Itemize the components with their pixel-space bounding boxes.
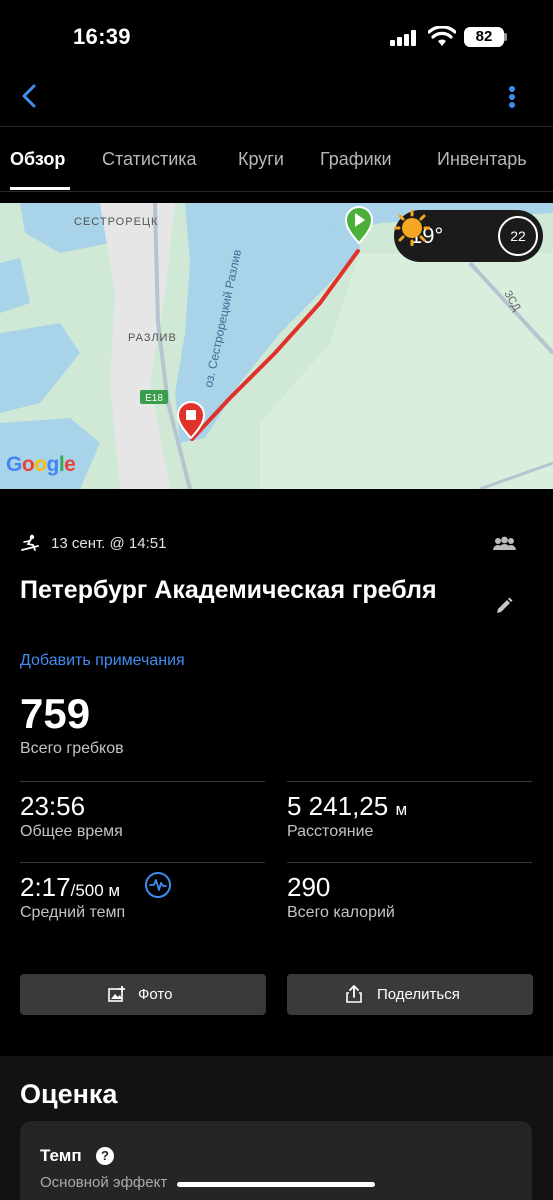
share-button[interactable]: Поделиться xyxy=(287,974,533,1015)
tab-overview[interactable]: Обзор xyxy=(10,149,65,170)
group-icon[interactable] xyxy=(492,535,517,553)
add-notes-link[interactable]: Добавить примечания xyxy=(20,652,185,670)
tab-charts[interactable]: Графики xyxy=(320,149,392,170)
avg-pace-value: 2:17 xyxy=(20,872,71,902)
weather-badge: 19° 22 xyxy=(394,210,543,262)
map-label-razliv: РАЗЛИВ xyxy=(128,332,177,344)
edit-icon[interactable] xyxy=(494,596,514,616)
distance-stat: 5 241,25 м xyxy=(287,791,407,822)
share-button-label: Поделиться xyxy=(377,986,460,1003)
wifi-icon xyxy=(428,26,456,46)
divider xyxy=(287,781,532,782)
total-time-label: Общее время xyxy=(20,823,123,840)
avg-pace-unit: /500 м xyxy=(70,881,121,900)
wind-indicator: 22 xyxy=(498,216,538,256)
map-label-road: E18 xyxy=(145,393,163,404)
active-tab-indicator xyxy=(10,187,70,190)
pace-rating-card[interactable]: Темп ? Основной эффект xyxy=(20,1121,532,1200)
card-title: Темп xyxy=(40,1146,82,1165)
battery-tip xyxy=(504,33,507,41)
share-icon xyxy=(346,985,362,1003)
distance-label: Расстояние xyxy=(287,823,374,840)
photo-button-label: Фото xyxy=(138,986,173,1003)
more-options-icon[interactable] xyxy=(500,80,524,112)
google-logo: Google xyxy=(6,453,76,476)
total-strokes-value: 759 xyxy=(20,690,91,737)
distance-value: 5 241,25 xyxy=(287,791,389,821)
calories-value: 290 xyxy=(287,872,331,902)
avg-pace-stat: 2:17/500 м xyxy=(20,872,120,903)
help-icon[interactable]: ? xyxy=(96,1147,114,1165)
wind-speed: 22 xyxy=(510,228,526,244)
add-photo-icon xyxy=(108,986,125,1002)
rating-title: Оценка xyxy=(20,1079,118,1109)
status-time: 16:39 xyxy=(73,24,131,49)
activity-date: 13 сент. @ 14:51 xyxy=(51,535,167,552)
cellular-signal-icon xyxy=(390,30,418,46)
back-button[interactable] xyxy=(14,80,46,112)
activity-title: Петербург Академическая гребля xyxy=(20,576,437,604)
card-subtitle: Основной эффект xyxy=(40,1174,168,1191)
total-time-value: 23:56 xyxy=(20,791,86,821)
calories-label: Всего калорий xyxy=(287,904,395,921)
sun-icon xyxy=(394,210,430,246)
total-strokes-label: Всего гребков xyxy=(20,740,124,757)
divider xyxy=(287,862,532,863)
status-bar: 16:39 82 xyxy=(0,0,553,76)
rowing-icon xyxy=(21,534,39,551)
divider xyxy=(0,191,553,192)
home-indicator[interactable] xyxy=(177,1182,375,1187)
route-map[interactable]: E18 СЕСТРОРЕЦК РАЗЛИВ оз. Сестрорецкий Р… xyxy=(0,203,553,489)
divider xyxy=(20,862,265,863)
tab-equipment[interactable]: Инвентарь xyxy=(437,149,527,170)
tab-laps[interactable]: Круги xyxy=(238,149,284,170)
map-label-sestroretsk: СЕСТРОРЕЦК xyxy=(74,216,158,228)
pace-chart-icon[interactable] xyxy=(145,872,171,898)
avg-pace-label: Средний темп xyxy=(20,904,126,921)
tab-statistics[interactable]: Статистика xyxy=(102,149,197,170)
add-photo-button[interactable]: Фото xyxy=(20,974,266,1015)
divider xyxy=(20,781,265,782)
rating-section: Оценка Темп ? Основной эффект xyxy=(0,1056,553,1200)
distance-unit: м xyxy=(395,800,408,819)
battery-indicator: 82 xyxy=(464,27,504,47)
tab-bar: Обзор Статистика Круги Графики Инвентарь xyxy=(0,127,553,192)
